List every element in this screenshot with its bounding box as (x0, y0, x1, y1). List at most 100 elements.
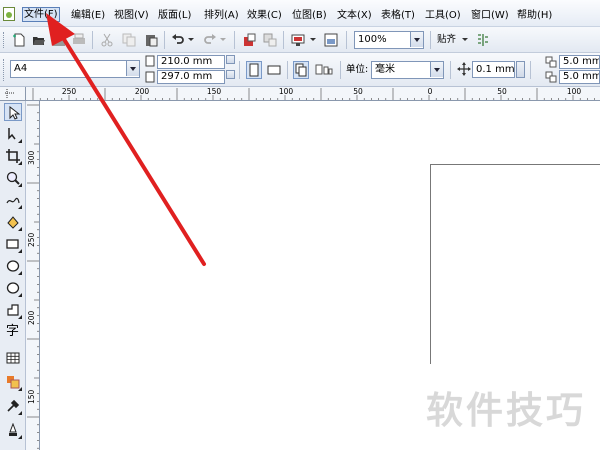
open-folder-icon[interactable] (32, 33, 46, 47)
menu-tools[interactable]: 工具(O) (424, 8, 462, 23)
flyout-indicator (18, 387, 22, 391)
save-icon[interactable] (52, 33, 66, 47)
landscape-icon[interactable] (267, 65, 281, 75)
chevron-down-icon[interactable] (187, 35, 195, 43)
standard-toolbar: 100% 贴齐 (0, 27, 600, 53)
vertical-ruler[interactable]: 300 250 200 150 (26, 101, 40, 450)
width-spin-up[interactable] (226, 55, 235, 64)
toolbar-separator (283, 31, 284, 49)
chevron-down-icon[interactable] (430, 62, 443, 77)
toolbar-separator (346, 31, 347, 49)
horizontal-ruler-ticks (32, 88, 595, 100)
ruler-label: 300 (27, 150, 36, 165)
flyout-indicator (18, 139, 22, 143)
export-icon[interactable] (263, 33, 277, 47)
paper-height-field[interactable]: 297.0 mm (157, 70, 225, 84)
undo-icon[interactable] (171, 33, 185, 47)
all-pages-icon[interactable] (293, 61, 309, 79)
application-launcher-icon[interactable] (291, 33, 305, 47)
flyout-indicator (18, 227, 22, 231)
text-tool[interactable]: 字 (4, 323, 22, 341)
menu-edit[interactable]: 编辑(E) (70, 8, 106, 23)
height-spin-up[interactable] (226, 70, 235, 79)
paper-width-value: 210.0 mm (161, 56, 213, 67)
menu-arrange[interactable]: 排列(A) (203, 8, 240, 23)
ruler-label: 0 (427, 87, 433, 96)
new-document-icon[interactable] (12, 33, 26, 47)
units-value: 毫米 (375, 64, 395, 75)
ruler-label: 50 (353, 87, 363, 96)
print-icon[interactable] (72, 33, 86, 47)
polygon-tool[interactable] (4, 279, 22, 297)
menu-table[interactable]: 表格(T) (380, 8, 416, 23)
horizontal-ruler[interactable]: 250 200 150 100 50 0 50 100 (26, 87, 600, 101)
pick-tool-icon (9, 106, 21, 120)
app-icon[interactable] (3, 7, 15, 21)
menu-effects[interactable]: 效果(C) (246, 8, 283, 23)
shape-tool[interactable] (4, 125, 22, 143)
toolbar-separator (530, 61, 531, 79)
paper-size-select[interactable]: A4 (10, 60, 140, 78)
paste-icon[interactable] (144, 33, 158, 47)
chevron-down-icon[interactable] (461, 35, 469, 43)
zoom-tool[interactable] (4, 169, 22, 187)
ruler-label: 200 (27, 310, 36, 325)
copy-icon[interactable] (122, 33, 136, 47)
menu-view[interactable]: 视图(V) (113, 8, 150, 23)
menu-bar: 文件(F) 编辑(E) 视图(V) 版面(L) 排列(A) 效果(C) 位图(B… (0, 0, 600, 27)
chevron-down-icon[interactable] (126, 61, 139, 76)
watermark: 软件技巧 (426, 389, 586, 432)
outline-tool[interactable] (4, 421, 22, 439)
menu-help[interactable]: 帮助(H) (516, 8, 553, 23)
options-icon[interactable] (476, 33, 490, 47)
basic-shapes-tool[interactable] (4, 301, 22, 319)
toolbar-separator (164, 31, 165, 49)
duplicate-y-field[interactable]: 5.0 mm (559, 70, 600, 84)
cut-icon[interactable] (100, 33, 114, 47)
ruler-origin-icon (5, 89, 15, 99)
paper-width-field[interactable]: 210.0 mm (157, 55, 225, 69)
snap-to-label[interactable]: 贴齐 (437, 34, 456, 46)
interactive-tool[interactable] (4, 373, 22, 391)
duplicate-y-icon (545, 71, 557, 83)
chevron-down-icon[interactable] (309, 35, 317, 43)
table-tool[interactable] (4, 349, 22, 367)
menu-file[interactable]: 文件(F) (22, 7, 60, 22)
menu-layout[interactable]: 版面(L) (157, 8, 192, 23)
crop-tool[interactable] (4, 147, 22, 165)
import-icon[interactable] (242, 33, 256, 47)
eyedropper-tool[interactable] (4, 397, 22, 415)
toolbar-separator (450, 61, 451, 79)
toolbar-separator (430, 31, 431, 49)
toolbar-grip[interactable] (3, 59, 6, 81)
chevron-down-icon[interactable] (219, 35, 227, 43)
units-select[interactable]: 毫米 (371, 61, 444, 79)
ruler-origin[interactable] (0, 87, 26, 101)
freehand-tool[interactable] (4, 191, 22, 209)
nudge-icon (457, 62, 471, 76)
flyout-indicator (18, 435, 22, 439)
portrait-icon[interactable] (246, 61, 262, 79)
nudge-distance-field[interactable]: 0.1 mm (472, 61, 515, 78)
chevron-down-icon[interactable] (410, 32, 423, 47)
redo-icon[interactable] (203, 33, 217, 47)
pick-tool[interactable] (4, 103, 22, 121)
menu-bitmaps[interactable]: 位图(B) (291, 8, 328, 23)
menu-text[interactable]: 文本(X) (336, 8, 373, 23)
smart-fill-tool[interactable] (4, 213, 22, 231)
document-page[interactable] (430, 164, 600, 364)
zoom-level-value: 100% (358, 34, 387, 45)
nudge-spin[interactable] (516, 61, 525, 78)
rectangle-tool[interactable] (4, 235, 22, 253)
ruler-label: 250 (27, 232, 36, 247)
welcome-screen-icon[interactable] (324, 33, 338, 47)
zoom-level-select[interactable]: 100% (354, 31, 424, 49)
menu-window[interactable]: 窗口(W) (470, 8, 510, 23)
ellipse-tool[interactable] (4, 257, 22, 275)
ruler-label: 150 (27, 389, 36, 404)
duplicate-x-field[interactable]: 5.0 mm (559, 55, 600, 69)
current-page-icon[interactable] (315, 62, 333, 78)
toolbar-grip[interactable] (3, 32, 6, 48)
units-label: 单位: (346, 64, 369, 75)
toolbar-separator (287, 61, 288, 79)
